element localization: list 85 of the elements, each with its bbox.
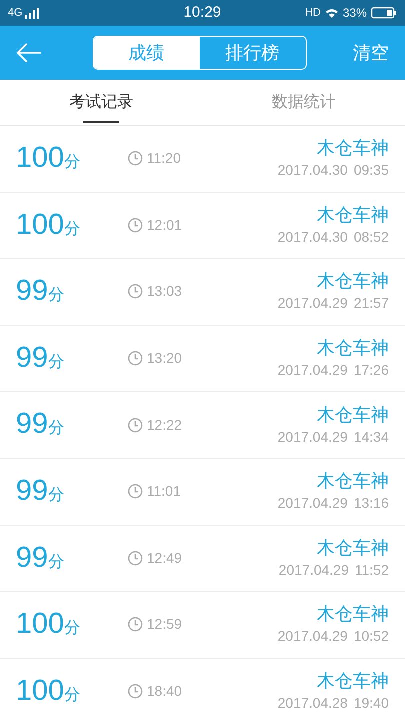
score: 100 [16, 607, 64, 642]
clock-icon [128, 151, 143, 166]
user-name: 木仓车神 [317, 137, 389, 160]
duration: 12:59 [147, 615, 182, 634]
duration: 12:49 [147, 548, 182, 568]
score-unit: 分 [48, 286, 64, 306]
duration: 13:03 [147, 282, 182, 302]
record-time: 13:16 [354, 494, 389, 514]
user-name: 木仓车神 [317, 204, 389, 227]
record-date: 2017.04.29 [278, 361, 348, 380]
record-date: 2017.04.29 [278, 560, 349, 580]
user-name: 木仓车神 [317, 270, 389, 294]
clock-icon [128, 218, 143, 233]
record-time: 17:26 [354, 361, 389, 380]
signal-icon [24, 8, 41, 18]
record-row[interactable]: 99分 13:03 木仓车神 2017.04.29 21:57 [0, 259, 405, 326]
clock-icon [128, 418, 143, 433]
hd-label: HD [305, 6, 321, 21]
duration: 11:20 [147, 149, 181, 168]
score-unit: 分 [48, 419, 64, 440]
wifi-icon [324, 8, 339, 18]
clock-icon [128, 484, 143, 500]
record-time: 09:35 [354, 161, 389, 180]
score-unit: 分 [64, 220, 80, 240]
record-row[interactable]: 100分 11:20 木仓车神 2017.04.30 09:35 [0, 126, 405, 193]
record-date: 2017.04.30 [278, 228, 348, 247]
score: 99 [16, 274, 48, 310]
duration: 13:20 [147, 349, 182, 368]
record-time: 14:34 [354, 428, 389, 447]
record-row[interactable]: 100分 12:59 木仓车神 2017.04.29 10:52 [0, 592, 405, 659]
duration: 12:22 [147, 416, 182, 435]
score-unit: 分 [48, 352, 64, 373]
score-unit: 分 [48, 486, 64, 506]
record-time: 10:52 [354, 627, 389, 646]
record-date: 2017.04.29 [278, 494, 348, 514]
record-date: 2017.04.29 [278, 627, 348, 646]
record-row[interactable]: 99分 11:01 木仓车神 2017.04.29 13:16 [0, 458, 405, 526]
record-time: 08:52 [354, 228, 389, 247]
score: 99 [16, 340, 48, 376]
battery-label: 33% [342, 5, 367, 22]
user-name: 木仓车神 [317, 337, 389, 360]
tab[interactable]: 考试记录 [0, 80, 202, 125]
segment-tab[interactable]: 排行榜 [200, 37, 306, 69]
tab[interactable]: 数据统计 [202, 80, 405, 125]
record-time: 11:52 [355, 560, 389, 580]
score-unit: 分 [48, 552, 64, 573]
clear-button[interactable]: 清空 [343, 40, 389, 66]
duration: 12:01 [147, 216, 182, 235]
record-row[interactable]: 100分 12:01 木仓车神 2017.04.30 08:52 [0, 192, 405, 260]
user-name: 木仓车神 [317, 670, 389, 694]
clock-icon [128, 617, 143, 632]
duration: 11:01 [147, 482, 181, 502]
record-date: 2017.04.28 [278, 694, 348, 714]
score-unit: 分 [64, 153, 80, 174]
back-arrow-icon [16, 43, 42, 63]
score-unit: 分 [64, 619, 80, 640]
record-row[interactable]: 100分 18:40 木仓车神 2017.04.28 19:40 [0, 658, 405, 720]
record-time: 21:57 [354, 294, 389, 314]
network-label: 4G [8, 6, 23, 21]
user-name: 木仓车神 [317, 536, 389, 560]
clock-icon [128, 550, 143, 566]
clock: 10:29 [182, 2, 222, 23]
clock-icon [128, 351, 143, 366]
score: 100 [16, 208, 64, 243]
record-row[interactable]: 99分 12:49 木仓车神 2017.04.29 11:52 [0, 526, 405, 592]
clock-icon [128, 684, 143, 700]
user-name: 木仓车神 [317, 470, 389, 494]
battery-icon [371, 7, 397, 19]
score-unit: 分 [64, 686, 80, 706]
user-name: 木仓车神 [317, 603, 389, 626]
record-row[interactable]: 99分 12:22 木仓车神 2017.04.29 14:34 [0, 392, 405, 459]
clock-icon [128, 284, 143, 300]
user-name: 木仓车神 [317, 404, 389, 427]
score: 99 [16, 540, 48, 576]
score: 100 [16, 141, 64, 176]
score: 99 [16, 407, 48, 442]
record-date: 2017.04.29 [278, 294, 348, 314]
segment-tab[interactable]: 成绩 [94, 37, 200, 69]
record-time: 19:40 [354, 694, 389, 714]
score: 99 [16, 474, 48, 510]
duration: 18:40 [147, 682, 182, 702]
record-date: 2017.04.29 [278, 428, 348, 447]
score: 100 [16, 674, 64, 709]
record-row[interactable]: 99分 13:20 木仓车神 2017.04.29 17:26 [0, 326, 405, 392]
record-date: 2017.04.30 [278, 161, 348, 180]
